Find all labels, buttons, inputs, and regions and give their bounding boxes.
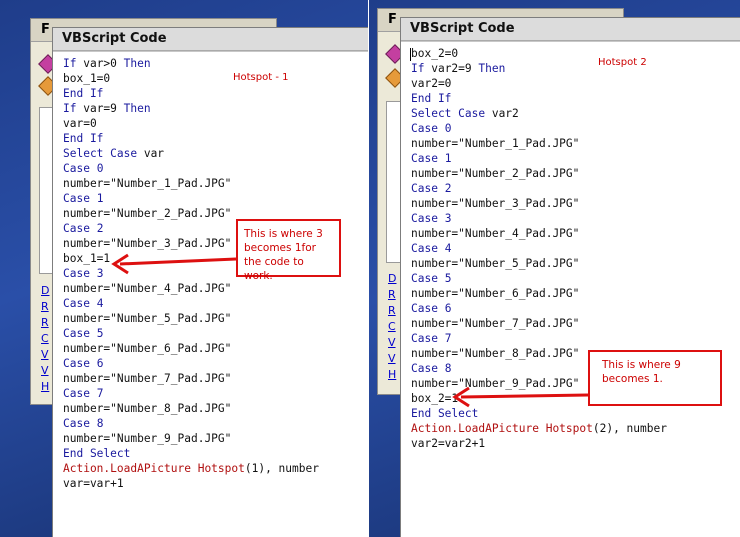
right-screenshot-panel: F D R R C V V H VBScript Code box_2=0 If … — [369, 0, 740, 537]
annotation-arrow-icon — [452, 386, 589, 408]
left-screenshot-panel: F D R R C V V H VBScript Code If var>0 T… — [0, 0, 368, 537]
annotation-arrow-icon — [111, 253, 237, 275]
